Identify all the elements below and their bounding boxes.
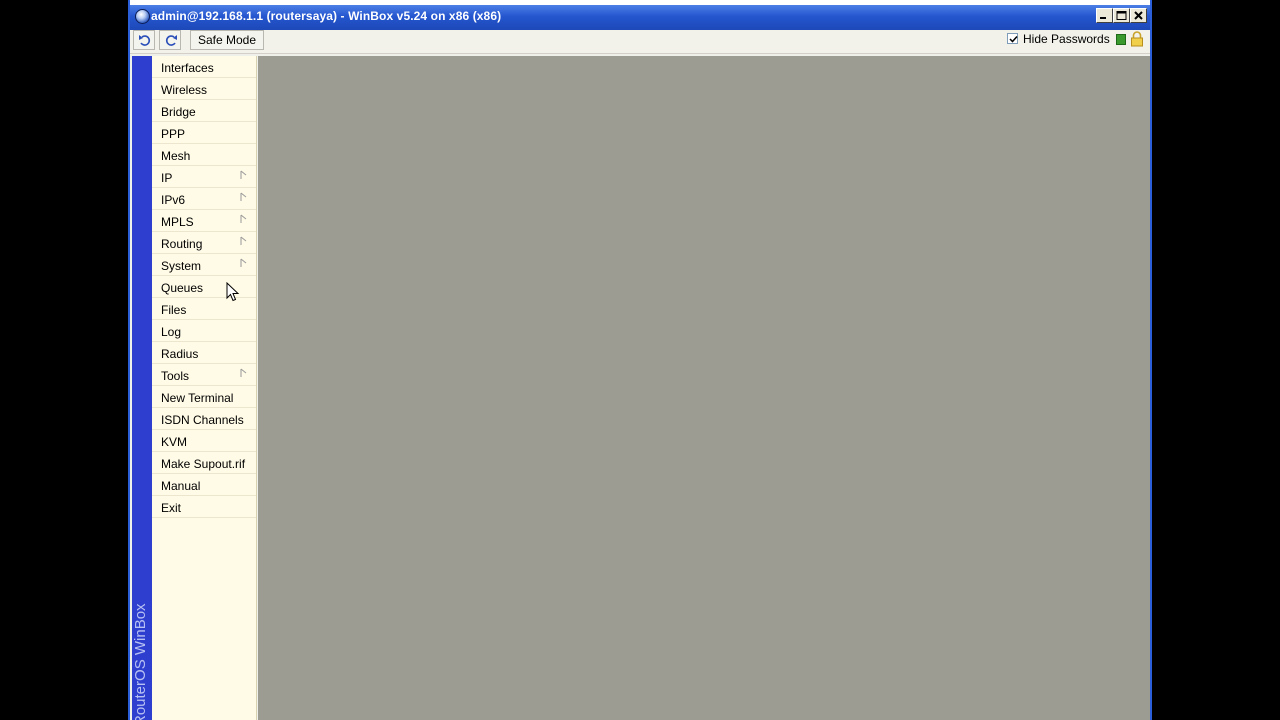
menu-item-files[interactable]: Files (152, 298, 256, 320)
menu-item-make-supout[interactable]: Make Supout.rif (152, 452, 256, 474)
menu-item-kvm[interactable]: KVM (152, 430, 256, 452)
maximize-icon (1116, 11, 1127, 20)
undo-button[interactable] (133, 30, 155, 50)
winbox-app-icon[interactable] (135, 9, 150, 24)
submenu-arrow-icon (240, 192, 247, 201)
menu-item-label: IPv6 (161, 193, 186, 207)
menu-item-exit[interactable]: Exit (152, 496, 256, 518)
menu-item-manual[interactable]: Manual (152, 474, 256, 496)
connection-status-indicator (1116, 34, 1126, 45)
close-icon (1134, 11, 1143, 20)
menu-item-routing[interactable]: Routing (152, 232, 256, 254)
hide-passwords-label: Hide Passwords (1023, 32, 1110, 46)
menu-item-ppp[interactable]: PPP (152, 122, 256, 144)
menu-item-log[interactable]: Log (152, 320, 256, 342)
lock-icon (1131, 31, 1143, 47)
menu-item-label: Queues (161, 281, 204, 295)
close-button[interactable] (1130, 8, 1147, 23)
menu-item-queues[interactable]: Queues (152, 276, 256, 298)
toolbar: Safe Mode Hide Passwords (130, 30, 1150, 54)
menu-item-label: ISDN Channels (161, 413, 244, 427)
title-bar[interactable]: admin@192.168.1.1 (routersaya) - WinBox … (130, 0, 1150, 30)
main-menu: Interfaces Wireless Bridge PPP Mesh IP I… (152, 56, 257, 720)
menu-item-label: Wireless (161, 83, 208, 97)
menu-item-label: Files (161, 303, 187, 317)
menu-item-radius[interactable]: Radius (152, 342, 256, 364)
menu-item-label: Mesh (161, 149, 191, 163)
menu-item-mpls[interactable]: MPLS (152, 210, 256, 232)
submenu-arrow-icon (240, 170, 247, 179)
menu-item-new-terminal[interactable]: New Terminal (152, 386, 256, 408)
menu-item-label: Radius (161, 347, 199, 361)
menu-item-label: New Terminal (161, 391, 234, 405)
brand-text: RouterOS WinBox (132, 603, 149, 720)
menu-item-label: Bridge (161, 105, 196, 119)
menu-item-label: PPP (161, 127, 186, 141)
minimize-button[interactable] (1096, 8, 1113, 23)
menu-item-label: Manual (161, 479, 201, 493)
winbox-window: admin@192.168.1.1 (routersaya) - WinBox … (128, 0, 1152, 720)
mouse-cursor-icon (226, 282, 240, 302)
menu-item-ip[interactable]: IP (152, 166, 256, 188)
menu-item-label: Make Supout.rif (161, 457, 246, 471)
safe-mode-button[interactable]: Safe Mode (190, 30, 264, 50)
menu-item-wireless[interactable]: Wireless (152, 78, 256, 100)
submenu-arrow-icon (240, 258, 247, 267)
menu-item-label: KVM (161, 435, 188, 449)
maximize-button[interactable] (1113, 8, 1130, 23)
menu-item-ipv6[interactable]: IPv6 (152, 188, 256, 210)
checkmark-icon (1009, 35, 1018, 43)
hide-passwords-checkbox[interactable] (1007, 33, 1018, 44)
menu-item-bridge[interactable]: Bridge (152, 100, 256, 122)
menu-item-mesh[interactable]: Mesh (152, 144, 256, 166)
workspace-area[interactable] (258, 56, 1150, 720)
menu-item-tools[interactable]: Tools (152, 364, 256, 386)
minimize-icon (1100, 17, 1106, 19)
menu-item-label: Log (161, 325, 182, 339)
submenu-arrow-icon (240, 236, 247, 245)
menu-item-label: Exit (161, 501, 182, 515)
menu-item-interfaces[interactable]: Interfaces (152, 56, 256, 78)
submenu-arrow-icon (240, 368, 247, 377)
menu-item-label: Routing (161, 237, 203, 251)
menu-item-label: System (161, 259, 202, 273)
window-title: admin@192.168.1.1 (routersaya) - WinBox … (151, 9, 502, 23)
undo-icon (139, 35, 151, 46)
menu-item-label: Interfaces (161, 61, 214, 75)
menu-item-system[interactable]: System (152, 254, 256, 276)
menu-item-label: MPLS (161, 215, 194, 229)
menu-item-label: Tools (161, 369, 190, 383)
menu-item-isdn-channels[interactable]: ISDN Channels (152, 408, 256, 430)
redo-icon (165, 35, 177, 46)
redo-button[interactable] (159, 30, 181, 50)
menu-item-label: IP (161, 171, 173, 185)
brand-strip: RouterOS WinBox (132, 56, 152, 720)
submenu-arrow-icon (240, 214, 247, 223)
